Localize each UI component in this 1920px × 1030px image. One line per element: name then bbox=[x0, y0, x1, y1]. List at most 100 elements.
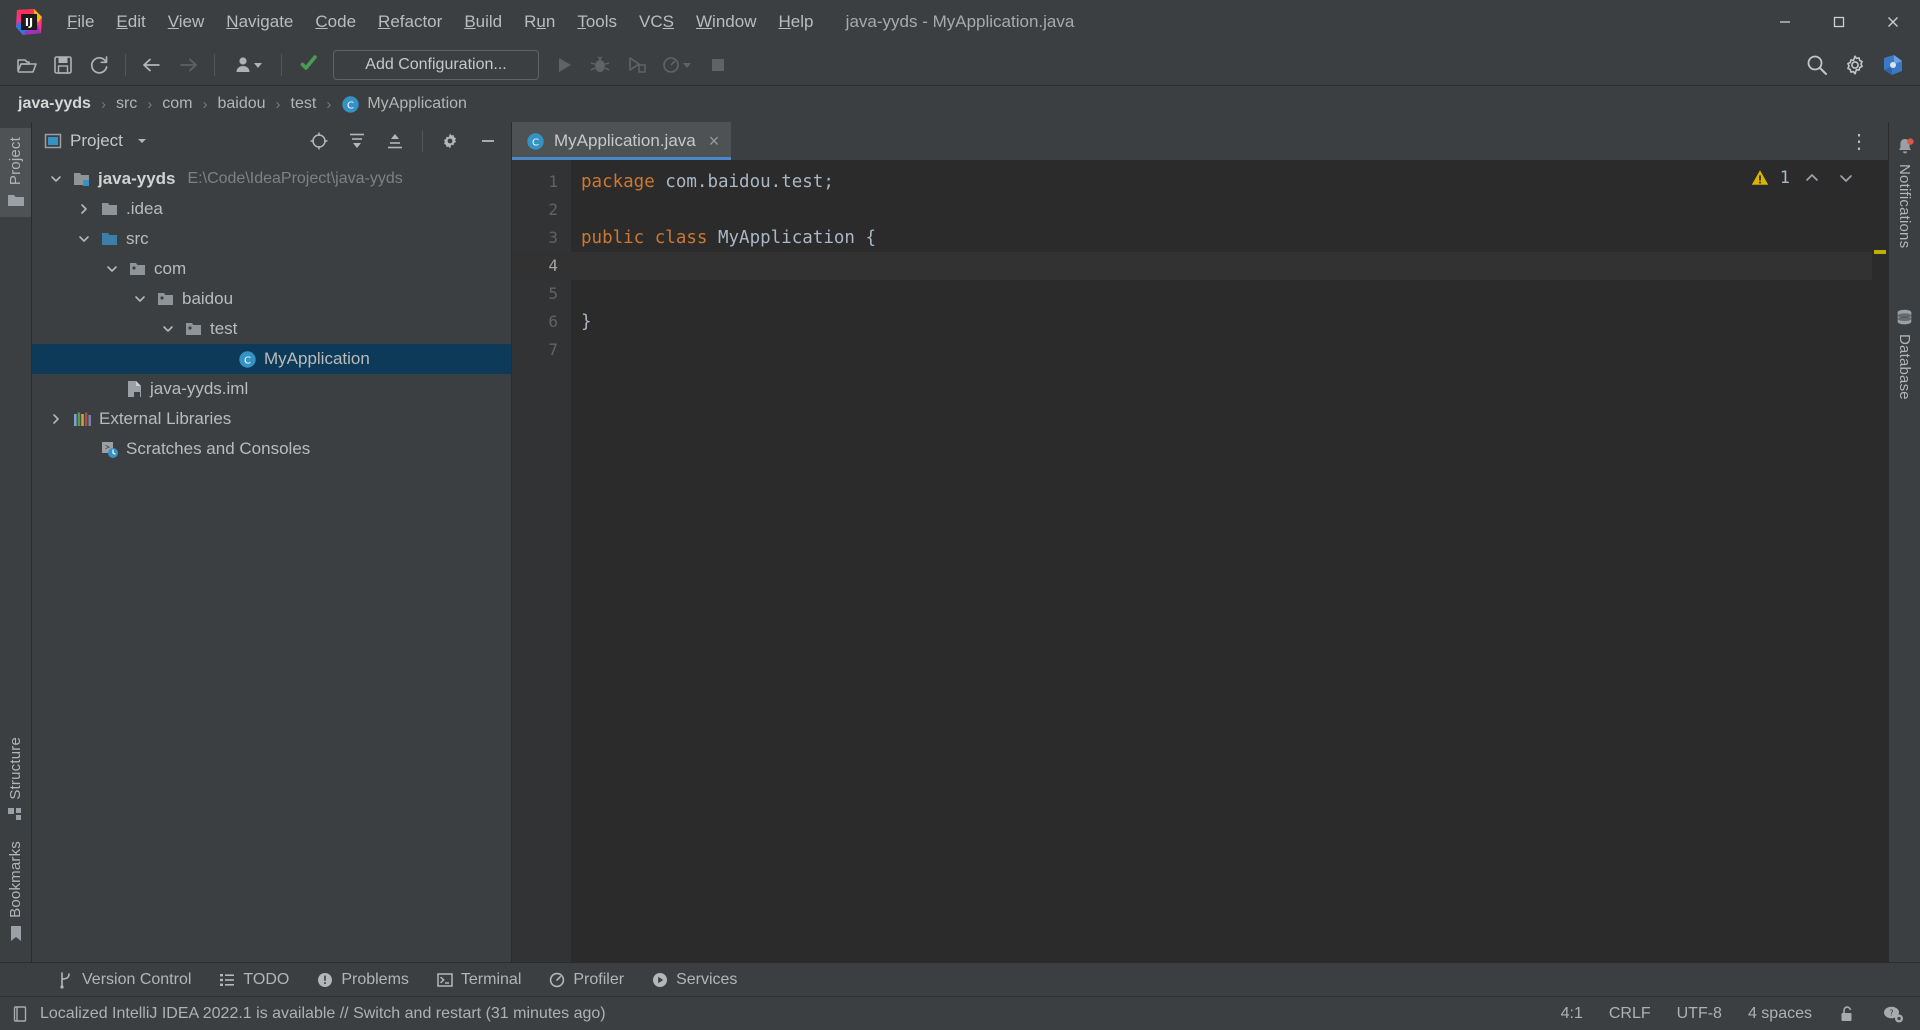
profiler-icon[interactable] bbox=[655, 49, 699, 81]
stripe-label-notifications: Notifications bbox=[1896, 164, 1913, 248]
tree-row-iml-file[interactable]: java-yyds.iml bbox=[32, 374, 511, 404]
menu-window[interactable]: Window bbox=[685, 8, 767, 36]
next-problem-icon[interactable] bbox=[1834, 169, 1858, 187]
tree-row-scratches-and-consoles[interactable]: > Scratches and Consoles bbox=[32, 434, 511, 464]
breadcrumb-item-test[interactable]: test bbox=[287, 93, 321, 115]
tool-button-todo[interactable]: TODO bbox=[205, 967, 303, 993]
menu-code[interactable]: Code bbox=[304, 8, 367, 36]
chevron-right-icon[interactable] bbox=[46, 413, 66, 425]
ide-settings-icon[interactable] bbox=[1876, 49, 1910, 81]
chevron-down-icon[interactable] bbox=[102, 263, 122, 275]
file-encoding[interactable]: UTF-8 bbox=[1673, 1003, 1726, 1025]
menu-vcs[interactable]: VCS bbox=[628, 8, 685, 36]
chevron-down-icon[interactable] bbox=[74, 233, 94, 245]
breadcrumb-separator: › bbox=[147, 96, 152, 113]
tree-row-com[interactable]: com bbox=[32, 254, 511, 284]
stripe-button-bookmarks[interactable]: Bookmarks bbox=[0, 832, 31, 952]
code-line-4-current bbox=[571, 252, 1872, 280]
synchronize-icon[interactable] bbox=[82, 49, 116, 81]
code-editor[interactable]: 1 2 3 4 5 6 7 package com.baidou.test; p… bbox=[512, 160, 1888, 962]
user-profile-icon[interactable] bbox=[224, 49, 272, 81]
build-project-icon[interactable] bbox=[291, 49, 325, 81]
tree-row-external-libraries[interactable]: External Libraries bbox=[32, 404, 511, 434]
chevron-right-icon[interactable] bbox=[74, 203, 94, 215]
breadcrumb-item-class[interactable]: C MyApplication bbox=[337, 93, 471, 116]
stop-icon[interactable] bbox=[701, 49, 735, 81]
tree-row-idea[interactable]: .idea bbox=[32, 194, 511, 224]
help-settings-icon[interactable]: ? bbox=[1878, 1002, 1908, 1026]
tree-row-myapplication[interactable]: C MyApplication bbox=[32, 344, 511, 374]
tool-button-profiler[interactable]: Profiler bbox=[535, 967, 638, 993]
menu-run[interactable]: Run bbox=[513, 8, 566, 36]
tool-button-problems[interactable]: Problems bbox=[303, 967, 423, 993]
close-button[interactable] bbox=[1866, 0, 1920, 44]
crosshair-icon[interactable] bbox=[304, 127, 334, 155]
menu-view[interactable]: View bbox=[157, 8, 216, 36]
gear-icon[interactable] bbox=[1838, 49, 1872, 81]
search-icon[interactable] bbox=[1800, 49, 1834, 81]
error-stripe-scrollbar[interactable] bbox=[1872, 160, 1888, 962]
svg-text:?: ? bbox=[1889, 1008, 1893, 1017]
tree-row-test[interactable]: test bbox=[32, 314, 511, 344]
chevron-down-icon[interactable] bbox=[46, 173, 66, 185]
status-message-text[interactable]: Localized IntelliJ IDEA 2022.1 is availa… bbox=[40, 1005, 606, 1023]
unlocked-padlock-icon[interactable] bbox=[1834, 1003, 1860, 1025]
bottom-tool-window-bar: Version Control TODO Problems Terminal P… bbox=[0, 962, 1920, 996]
menu-build[interactable]: Build bbox=[453, 8, 513, 36]
minus-icon[interactable] bbox=[473, 127, 503, 155]
run-configuration-selector[interactable]: Add Configuration... bbox=[333, 50, 539, 80]
stripe-button-project[interactable]: Project bbox=[0, 128, 31, 217]
previous-problem-icon[interactable] bbox=[1800, 169, 1824, 187]
tool-button-terminal[interactable]: Terminal bbox=[423, 967, 535, 993]
tool-button-version-control[interactable]: Version Control bbox=[44, 967, 205, 993]
navigate-back-icon[interactable] bbox=[135, 49, 169, 81]
chevron-down-icon[interactable] bbox=[158, 323, 178, 335]
tree-row-java-yyds[interactable]: java-yyds E:\Code\IdeaProject\java-yyds bbox=[32, 164, 511, 194]
warning-stripe-mark[interactable] bbox=[1874, 250, 1886, 254]
open-project-icon[interactable] bbox=[10, 49, 44, 81]
chevron-down-icon[interactable] bbox=[130, 293, 150, 305]
tree-row-baidou[interactable]: baidou bbox=[32, 284, 511, 314]
chevron-down-icon[interactable] bbox=[131, 134, 153, 148]
code-text-area[interactable]: package com.baidou.test; public class My… bbox=[570, 160, 1872, 962]
debug-icon[interactable] bbox=[583, 49, 617, 81]
gear-icon[interactable] bbox=[435, 127, 465, 155]
line-separator[interactable]: CRLF bbox=[1605, 1003, 1655, 1025]
editor-options-icon[interactable]: ⋮ bbox=[1841, 129, 1878, 154]
stripe-button-database[interactable]: Database bbox=[1889, 299, 1920, 409]
close-icon[interactable]: × bbox=[709, 132, 720, 150]
menu-file[interactable]: File bbox=[56, 8, 105, 36]
menu-edit[interactable]: Edit bbox=[105, 8, 156, 36]
menu-refactor[interactable]: Refactor bbox=[367, 8, 453, 36]
save-all-icon[interactable] bbox=[46, 49, 80, 81]
caret-position[interactable]: 4:1 bbox=[1557, 1003, 1587, 1025]
svg-text:C: C bbox=[347, 100, 354, 111]
breadcrumb-item-baidou[interactable]: baidou bbox=[214, 93, 270, 115]
breadcrumb-item-project[interactable]: java-yyds bbox=[14, 93, 95, 115]
indent-setting[interactable]: 4 spaces bbox=[1744, 1003, 1816, 1025]
menu-navigate[interactable]: Navigate bbox=[215, 8, 304, 36]
tree-row-src[interactable]: src bbox=[32, 224, 511, 254]
menu-tools[interactable]: Tools bbox=[566, 8, 628, 36]
stripe-button-notifications[interactable]: Notifications bbox=[1889, 128, 1920, 257]
run-with-coverage-icon[interactable] bbox=[619, 49, 653, 81]
run-icon[interactable] bbox=[547, 49, 581, 81]
tool-button-services[interactable]: Services bbox=[638, 967, 751, 993]
stripe-label-structure: Structure bbox=[7, 737, 24, 800]
minimize-button[interactable] bbox=[1758, 0, 1812, 44]
collapse-all-icon[interactable] bbox=[380, 127, 410, 155]
maximize-button[interactable] bbox=[1812, 0, 1866, 44]
list-icon bbox=[219, 972, 235, 988]
status-message-area[interactable]: Localized IntelliJ IDEA 2022.1 is availa… bbox=[12, 1005, 606, 1023]
breadcrumb-item-com[interactable]: com bbox=[158, 93, 196, 115]
expand-all-icon[interactable] bbox=[342, 127, 372, 155]
line-number: 2 bbox=[512, 196, 570, 224]
menu-help[interactable]: Help bbox=[767, 8, 824, 36]
menu-bar: File Edit View Navigate Code Refactor Bu… bbox=[56, 8, 824, 36]
warning-triangle-icon[interactable] bbox=[1750, 168, 1770, 188]
code-token-plain: } bbox=[581, 312, 592, 332]
editor-tab-myapplication[interactable]: C MyApplication.java × bbox=[512, 122, 731, 160]
stripe-button-structure[interactable]: Structure bbox=[0, 728, 31, 833]
navigate-forward-icon[interactable] bbox=[171, 49, 205, 81]
breadcrumb-item-src[interactable]: src bbox=[112, 93, 141, 115]
